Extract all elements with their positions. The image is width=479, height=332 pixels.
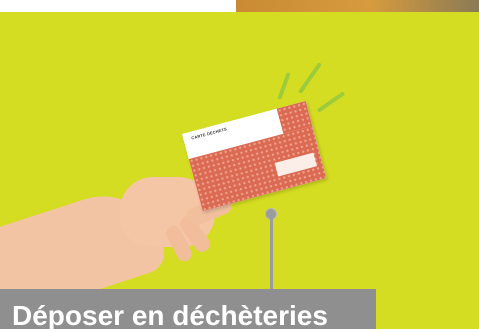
waste-card: CARTE DÉCHETS <box>182 100 327 212</box>
highlight-ray <box>277 72 291 100</box>
illustration-panel: CARTE DÉCHETS <box>0 12 479 329</box>
highlight-ray <box>298 62 322 94</box>
highlight-ray <box>316 91 346 113</box>
caption-text: Déposer en déchèteries <box>12 300 328 331</box>
header-photo-edge <box>236 0 479 12</box>
